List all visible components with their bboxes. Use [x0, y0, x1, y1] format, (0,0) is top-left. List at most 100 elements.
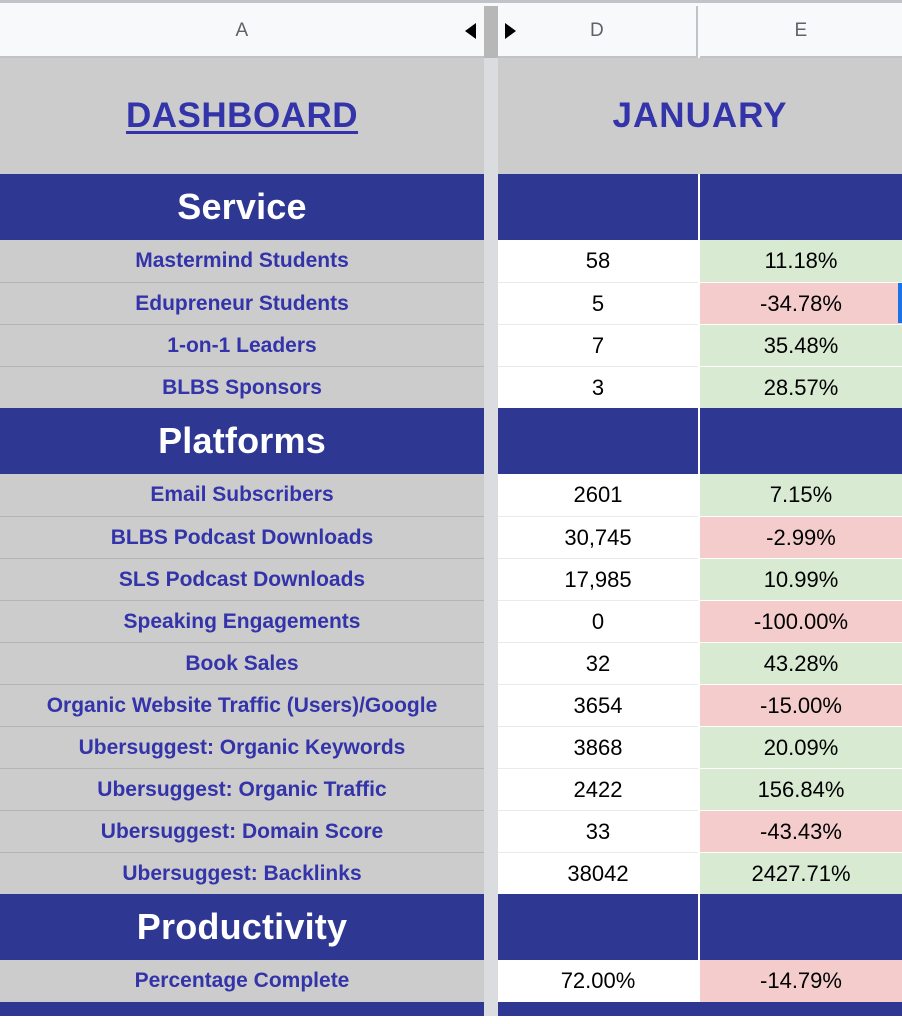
metric-delta-cell[interactable]: 28.57% [700, 366, 902, 408]
expand-right-arrow-icon[interactable] [505, 23, 516, 39]
section-header-blank-e[interactable] [700, 174, 902, 240]
metric-delta-cell[interactable]: -43.43% [700, 810, 902, 852]
metric-delta-cell[interactable]: 35.48% [700, 324, 902, 366]
metric-label-cell[interactable]: Speaking Engagements [0, 600, 484, 642]
hidden-columns-gap [484, 58, 498, 174]
metric-value: 3654 [573, 692, 623, 718]
metric-delta-cell[interactable]: 156.84% [700, 768, 902, 810]
hidden-columns-gap [484, 642, 498, 684]
metric-row: Percentage Complete 72.00% -14.79% [0, 960, 902, 1002]
section-header-blank-d[interactable] [498, 408, 698, 474]
hidden-columns-gap [484, 174, 498, 240]
metric-value: 30,745 [564, 524, 632, 550]
metric-value: 2601 [573, 482, 623, 507]
column-header-row: A D E [0, 0, 902, 60]
column-header-a[interactable]: A [0, 6, 484, 58]
metric-value-cell[interactable]: 33 [498, 810, 698, 852]
metric-row: Organic Website Traffic (Users)/Google 36… [0, 684, 902, 726]
section-header-blank-d[interactable] [498, 894, 698, 960]
metric-value-cell[interactable]: 2422 [498, 768, 698, 810]
dashboard-title-cell[interactable]: DASHBOARD [0, 58, 484, 174]
hidden-columns-gap [484, 768, 498, 810]
section-header-row: Platforms [0, 408, 902, 474]
metric-row: SLS Podcast Downloads 17,985 10.99% [0, 558, 902, 600]
metric-delta-cell[interactable]: 20.09% [700, 726, 902, 768]
metric-delta-cell[interactable]: 11.18% [700, 240, 902, 282]
metric-delta-cell[interactable]: 7.15% [700, 474, 902, 516]
metric-value-cell[interactable]: 0 [498, 600, 698, 642]
metric-delta-cell[interactable]: 43.28% [700, 642, 902, 684]
metric-value-cell[interactable]: 17,985 [498, 558, 698, 600]
section-header-blank-e[interactable] [700, 408, 902, 474]
metric-label-cell[interactable]: Ubersuggest: Backlinks [0, 852, 484, 894]
section-header-platforms[interactable]: Platforms [0, 408, 484, 474]
section-header-row: Service [0, 174, 902, 240]
metric-delta-cell[interactable]: -100.00% [700, 600, 902, 642]
metric-value-cell[interactable]: 72.00% [498, 960, 698, 1002]
column-header-d[interactable]: D [498, 6, 698, 58]
metric-value: 72.00% [560, 968, 636, 993]
column-header-e[interactable]: E [700, 6, 902, 58]
metric-value-cell[interactable]: 3 [498, 366, 698, 408]
metric-delta-cell[interactable]: -15.00% [700, 684, 902, 726]
metric-row: Email Subscribers 2601 7.15% [0, 474, 902, 516]
metric-value-cell[interactable]: 38042 [498, 852, 698, 894]
metric-value: 33 [585, 818, 611, 844]
metric-delta-cell[interactable]: 2427.71% [700, 852, 902, 894]
metric-value-cell[interactable]: 5 [498, 282, 698, 324]
metric-label-cell[interactable]: BLBS Sponsors [0, 366, 484, 408]
next-section-band-a [0, 1002, 484, 1016]
metric-delta: 20.09% [763, 734, 839, 760]
metric-delta-cell[interactable]: 10.99% [700, 558, 902, 600]
metric-value-cell[interactable]: 58 [498, 240, 698, 282]
metric-label-cell[interactable]: Mastermind Students [0, 240, 484, 282]
metric-label-cell[interactable]: 1-on-1 Leaders [0, 324, 484, 366]
metric-value: 58 [585, 248, 611, 273]
metric-label-cell[interactable]: Ubersuggest: Organic Keywords [0, 726, 484, 768]
metric-value: 3868 [573, 734, 623, 760]
hidden-columns-gap [484, 324, 498, 366]
metric-value-cell[interactable]: 3868 [498, 726, 698, 768]
metric-value-cell[interactable]: 7 [498, 324, 698, 366]
metric-label-cell[interactable]: Organic Website Traffic (Users)/Google [0, 684, 484, 726]
metric-row: Edupreneur Students 5 -34.78% [0, 282, 902, 324]
hidden-columns-gap [484, 600, 498, 642]
metric-delta-cell[interactable]: -34.78% [700, 282, 902, 324]
metric-label-cell[interactable]: Ubersuggest: Organic Traffic [0, 768, 484, 810]
collapse-left-arrow-icon[interactable] [465, 23, 476, 39]
metric-delta: -15.00% [760, 692, 842, 718]
metric-value-cell[interactable]: 30,745 [498, 516, 698, 558]
metric-delta-cell[interactable]: -14.79% [700, 960, 902, 1002]
spreadsheet-canvas: A D E DASHBOARD JANUARY Service Mastermind … [0, 0, 902, 1024]
title-row: DASHBOARD JANUARY [0, 58, 902, 174]
column-header-e-label: E [794, 20, 808, 41]
section-header-service[interactable]: Service [0, 174, 484, 240]
metric-label-cell[interactable]: Ubersuggest: Domain Score [0, 810, 484, 852]
metric-label-cell[interactable]: Edupreneur Students [0, 282, 484, 324]
metric-value-cell[interactable]: 32 [498, 642, 698, 684]
metric-label: Book Sales [185, 651, 299, 675]
metric-value-cell[interactable]: 2601 [498, 474, 698, 516]
section-header-productivity[interactable]: Productivity [0, 894, 484, 960]
metric-delta-cell[interactable]: -2.99% [700, 516, 902, 558]
metric-row: Ubersuggest: Backlinks 38042 2427.71% [0, 852, 902, 894]
metric-label-cell[interactable]: Percentage Complete [0, 960, 484, 1002]
metric-delta: 28.57% [763, 374, 839, 400]
section-header-blank-d[interactable] [498, 174, 698, 240]
page-title: DASHBOARD [126, 96, 358, 135]
month-title: JANUARY [612, 96, 788, 135]
metric-label: Ubersuggest: Organic Traffic [97, 777, 387, 801]
metric-label: Speaking Engagements [123, 609, 361, 633]
metric-label-cell[interactable]: BLBS Podcast Downloads [0, 516, 484, 558]
hidden-columns-gap [484, 960, 498, 1002]
metric-label-cell[interactable]: Email Subscribers [0, 474, 484, 516]
hidden-columns-gap [484, 240, 498, 282]
metric-label-cell[interactable]: SLS Podcast Downloads [0, 558, 484, 600]
month-title-cell-d[interactable]: JANUARY [498, 58, 902, 174]
metric-value-cell[interactable]: 3654 [498, 684, 698, 726]
sheet-grid: DASHBOARD JANUARY Service Mastermind Studen… [0, 58, 902, 1002]
metric-label-cell[interactable]: Book Sales [0, 642, 484, 684]
section-header-blank-e[interactable] [700, 894, 902, 960]
metric-delta: 11.18% [764, 248, 838, 273]
hidden-columns-gap-header[interactable] [484, 6, 498, 60]
